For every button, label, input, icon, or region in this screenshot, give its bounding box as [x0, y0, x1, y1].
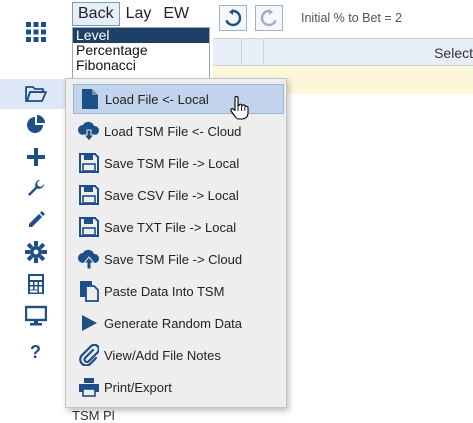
menu-item-paste-data[interactable]: Paste Data Into TSM [73, 276, 284, 306]
list-item[interactable]: Fibonacci [73, 58, 209, 73]
tab-back[interactable]: Back [72, 2, 120, 26]
undo-button[interactable] [219, 5, 247, 31]
printer-icon [76, 375, 102, 399]
wrench-icon[interactable] [22, 176, 50, 200]
apps-grid-icon[interactable] [22, 20, 50, 44]
cloud-download-icon [76, 119, 102, 143]
play-icon [76, 311, 102, 335]
rotate-left-icon [225, 9, 242, 27]
grid-header-cell [213, 39, 242, 65]
grid-header: Select [213, 38, 473, 66]
calculator-icon[interactable] [22, 272, 50, 296]
floppy-icon [76, 183, 102, 207]
tab-lay[interactable]: Lay [120, 2, 158, 26]
list-item[interactable]: Percentage [73, 43, 209, 58]
help-icon[interactable]: ? [22, 340, 50, 364]
file-menu: Load File <- Local Load TSM File <- Clou… [65, 78, 287, 408]
pencil-icon[interactable] [22, 208, 50, 232]
menu-item-save-tsm-cloud[interactable]: Save TSM File -> Cloud [73, 244, 284, 274]
svg-text:?: ? [30, 342, 41, 362]
bottom-partial-label: TSM Pl [72, 408, 115, 423]
menu-item-print-export[interactable]: Print/Export [73, 372, 284, 402]
menu-item-generate-random[interactable]: Generate Random Data [73, 308, 284, 338]
gear-icon[interactable] [22, 240, 50, 264]
redo-button[interactable] [255, 5, 283, 31]
file-icon [77, 87, 103, 111]
menu-item-save-csv-local[interactable]: Save CSV File -> Local [73, 180, 284, 210]
list-item[interactable]: Level [73, 28, 209, 43]
initial-bet-label: Initial % to Bet = 2 [301, 11, 403, 25]
menu-item-load-file-local[interactable]: Load File <- Local [73, 84, 284, 114]
floppy-icon [76, 215, 102, 239]
monitor-icon[interactable] [22, 304, 50, 328]
menu-item-load-tsm-cloud[interactable]: Load TSM File <- Cloud [73, 116, 284, 146]
toolbar: Initial % to Bet = 2 [213, 4, 473, 34]
left-icon-rail: ? [0, 0, 72, 417]
paperclip-icon [76, 343, 102, 367]
menu-item-file-notes[interactable]: View/Add File Notes [73, 340, 284, 370]
rotate-right-icon [260, 9, 277, 27]
menu-item-save-tsm-local[interactable]: Save TSM File -> Local [73, 148, 284, 178]
plus-icon[interactable] [22, 145, 50, 169]
tab-ew[interactable]: EW [157, 2, 195, 26]
staking-strategy-list[interactable]: Level Percentage Fibonacci [72, 27, 210, 79]
pie-chart-icon[interactable] [22, 113, 50, 137]
bet-type-tabs: Back Lay EW [72, 2, 195, 26]
grid-header-cell [241, 39, 264, 65]
paste-icon [76, 279, 102, 303]
select-column-header[interactable]: Select [434, 45, 473, 61]
open-folder-icon[interactable] [0, 79, 72, 109]
menu-item-save-txt-local[interactable]: Save TXT File -> Local [73, 212, 284, 242]
floppy-icon [76, 151, 102, 175]
cloud-upload-icon [76, 247, 102, 271]
hand-cursor-icon [229, 96, 249, 123]
